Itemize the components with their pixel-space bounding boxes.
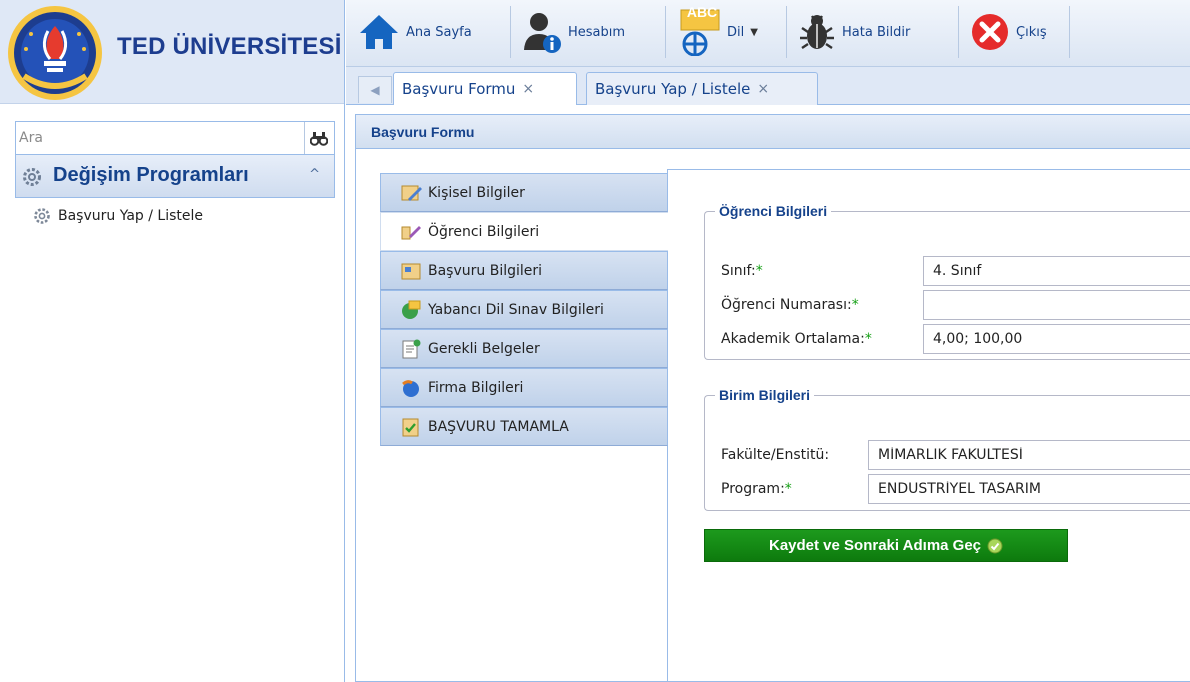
home-icon — [360, 15, 398, 49]
brand-header: TED ÜNİVERSİTESİ — [0, 0, 344, 104]
search-input[interactable] — [16, 122, 305, 154]
tab-basvuru-formu[interactable]: Başvuru Formu × — [393, 72, 577, 105]
checklist-icon — [402, 418, 419, 436]
class-label: Sınıf:* — [721, 263, 763, 279]
tab-basvuru-yap-listele[interactable]: Başvuru Yap / Listele × — [586, 72, 818, 105]
step-company-info[interactable]: Firma Bilgileri — [380, 368, 668, 407]
student-info-legend: Öğrenci Bilgileri — [719, 203, 828, 219]
step-complete-application[interactable]: BAŞVURU TAMAMLA — [380, 407, 668, 446]
save-and-next-button[interactable]: Kaydet ve Sonraki Adıma Geç — [704, 529, 1068, 562]
application-form-panel: Başvuru Formu Kişisel Bilgiler Öğrenci B… — [355, 114, 1190, 682]
gear-icon — [23, 168, 41, 186]
step-required-documents[interactable]: Gerekli Belgeler — [380, 329, 668, 368]
tab-scroll-left-button[interactable]: ◀ — [358, 76, 392, 103]
unit-info-legend: Birim Bilgileri — [719, 387, 811, 403]
company-info-icon — [402, 379, 419, 397]
search-button[interactable] — [304, 122, 334, 154]
top-toolbar: Ana Sayfa Hesabım Dil ▼ ABC Hata Bildir — [346, 0, 1190, 67]
program-label: Program:* — [721, 481, 792, 497]
class-field[interactable] — [923, 256, 1190, 286]
unit-info-fieldset: Birim Bilgileri Fakülte/Enstitü: Program… — [704, 387, 1190, 511]
user-info-icon — [524, 13, 561, 53]
close-icon[interactable]: × — [522, 81, 534, 97]
check-circle-icon — [987, 538, 1003, 553]
personal-info-icon — [401, 185, 422, 201]
language-globe-icon — [680, 9, 720, 56]
binoculars-icon — [310, 132, 328, 146]
gpa-field[interactable] — [923, 324, 1190, 354]
tab-strip: ◀ Başvuru Formu × Başvuru Yap / Listele … — [346, 67, 1190, 105]
documents-icon — [402, 339, 421, 358]
language-exam-icon — [402, 300, 421, 319]
search-box — [15, 121, 335, 155]
report-bug-button[interactable]: Hata Bildir — [790, 0, 918, 64]
step-language-exam[interactable]: Yabancı Dil Sınav Bilgileri — [380, 290, 668, 329]
brand-name: TED ÜNİVERSİTESİ — [117, 33, 342, 60]
programs-panel-header[interactable]: Değişim Programları ^ — [15, 154, 335, 198]
application-info-icon — [401, 263, 421, 279]
gpa-label: Akademik Ortalama:* — [721, 331, 872, 347]
student-info-icon — [401, 225, 421, 239]
home-button[interactable]: Ana Sayfa — [350, 0, 480, 64]
student-number-field[interactable] — [923, 290, 1190, 320]
chevron-up-icon[interactable]: ^ — [309, 167, 320, 182]
step-application-info[interactable]: Başvuru Bilgileri — [380, 251, 668, 290]
account-button[interactable]: Hesabım — [514, 0, 633, 64]
program-field[interactable] — [868, 474, 1190, 504]
logout-button[interactable]: Çıkış — [962, 0, 1055, 64]
step-student-info[interactable]: Öğrenci Bilgileri — [380, 212, 668, 251]
step-personal-info[interactable]: Kişisel Bilgiler — [380, 173, 668, 212]
faculty-label: Fakülte/Enstitü: — [721, 447, 830, 463]
panel-title: Başvuru Formu — [371, 124, 475, 140]
close-icon[interactable]: × — [757, 81, 769, 97]
programs-panel-title: Değişim Programları — [53, 164, 249, 186]
sidebar: TED ÜNİVERSİTESİ Değişim Programları ^ B… — [0, 0, 345, 682]
university-logo-icon — [8, 6, 102, 100]
gear-icon — [34, 208, 50, 224]
sidebar-item-label: Başvuru Yap / Listele — [58, 208, 204, 224]
student-number-label: Öğrenci Numarası:* — [721, 297, 859, 313]
arrow-left-icon: ◀ — [370, 83, 380, 97]
student-info-fieldset: Öğrenci Bilgileri Sınıf:* Öğrenci Numara… — [704, 203, 1190, 360]
faculty-field[interactable] — [868, 440, 1190, 470]
bug-icon — [800, 15, 834, 49]
sidebar-item-basvuru[interactable]: Başvuru Yap / Listele — [33, 207, 203, 225]
chevron-down-icon: ▼ — [750, 26, 758, 38]
panel-header: Başvuru Formu — [356, 115, 1190, 149]
close-circle-icon — [972, 14, 1008, 50]
language-button[interactable]: Dil ▼ — [669, 0, 766, 64]
